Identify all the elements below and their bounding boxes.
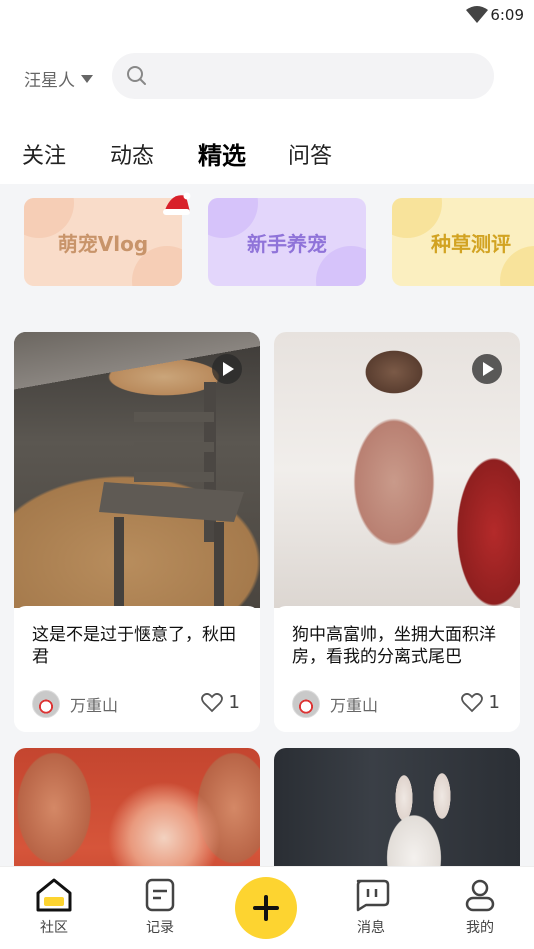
nav-label: 记录 [146,920,174,936]
author-name: 万重山 [330,696,379,715]
nav-profile[interactable]: 我的 [450,877,510,937]
heart-icon [200,692,223,712]
category-reviews[interactable]: 种草测评 [392,198,534,286]
pet-type-selector[interactable]: 汪星人 [24,66,93,91]
post-title: 狗中高富帅，坐拥大面积洋房，看我的分离式尾巴 [292,625,496,667]
category-label: 种草测评 [431,231,511,256]
feed-tabs: 关注 动态 精选 问答 [0,136,534,176]
category-label: 新手养宠 [247,231,327,256]
category-vlog[interactable]: 萌宠Vlog [24,198,182,286]
search-input[interactable] [112,53,494,99]
tab-featured[interactable]: 精选 [198,136,246,171]
like-button[interactable]: 1 [460,692,500,713]
profile-icon [465,879,495,912]
nav-label: 我的 [466,920,494,936]
add-post-button[interactable] [235,877,297,939]
heart-icon [460,692,483,712]
play-icon [472,354,502,384]
home-icon [36,878,72,912]
nav-label: 社区 [40,920,68,936]
avatar [32,690,60,718]
chair-shape [99,382,244,612]
bottom-nav: 社区 记录 消息 我的 [0,866,534,949]
nav-messages[interactable]: 消息 [341,877,401,937]
category-beginner[interactable]: 新手养宠 [208,198,366,286]
like-count: 1 [228,692,240,713]
top-header: 汪星人 关注 动态 精选 问答 [0,30,534,184]
nav-community[interactable]: 社区 [24,877,84,937]
santa-hat-icon [163,192,191,215]
post-body: 狗中高富帅，坐拥大面积洋房，看我的分离式尾巴 万重山 1 [274,606,520,732]
author-name: 万重山 [70,696,119,715]
category-label: 萌宠Vlog [57,231,149,256]
play-icon [212,354,242,384]
clock: 6:09 [490,6,524,24]
category-strip: 萌宠Vlog 新手养宠 种草测评 [0,198,534,288]
post-body: 这是不是过于惬意了，秋田君 万重山 1 [14,606,260,732]
notes-icon [145,878,175,912]
message-icon [356,879,390,912]
post-author[interactable]: 万重山 [32,690,118,718]
tab-moments[interactable]: 动态 [110,138,154,170]
post-card[interactable]: 狗中高富帅，坐拥大面积洋房，看我的分离式尾巴 万重山 1 [274,332,520,732]
nav-records[interactable]: 记录 [130,877,190,937]
like-button[interactable]: 1 [200,692,240,713]
tab-qa[interactable]: 问答 [288,138,332,170]
post-card[interactable]: 这是不是过于惬意了，秋田君 万重山 1 [14,332,260,732]
post-author[interactable]: 万重山 [292,690,378,718]
tab-following[interactable]: 关注 [22,138,66,170]
avatar [292,690,320,718]
post-title: 这是不是过于惬意了，秋田君 [32,625,236,667]
like-count: 1 [488,692,500,713]
wifi-icon [466,6,488,23]
pet-type-label: 汪星人 [24,71,75,91]
chevron-down-icon [81,74,93,83]
search-icon [127,66,146,85]
nav-label: 消息 [357,920,385,936]
status-bar: 6:09 [0,0,534,30]
